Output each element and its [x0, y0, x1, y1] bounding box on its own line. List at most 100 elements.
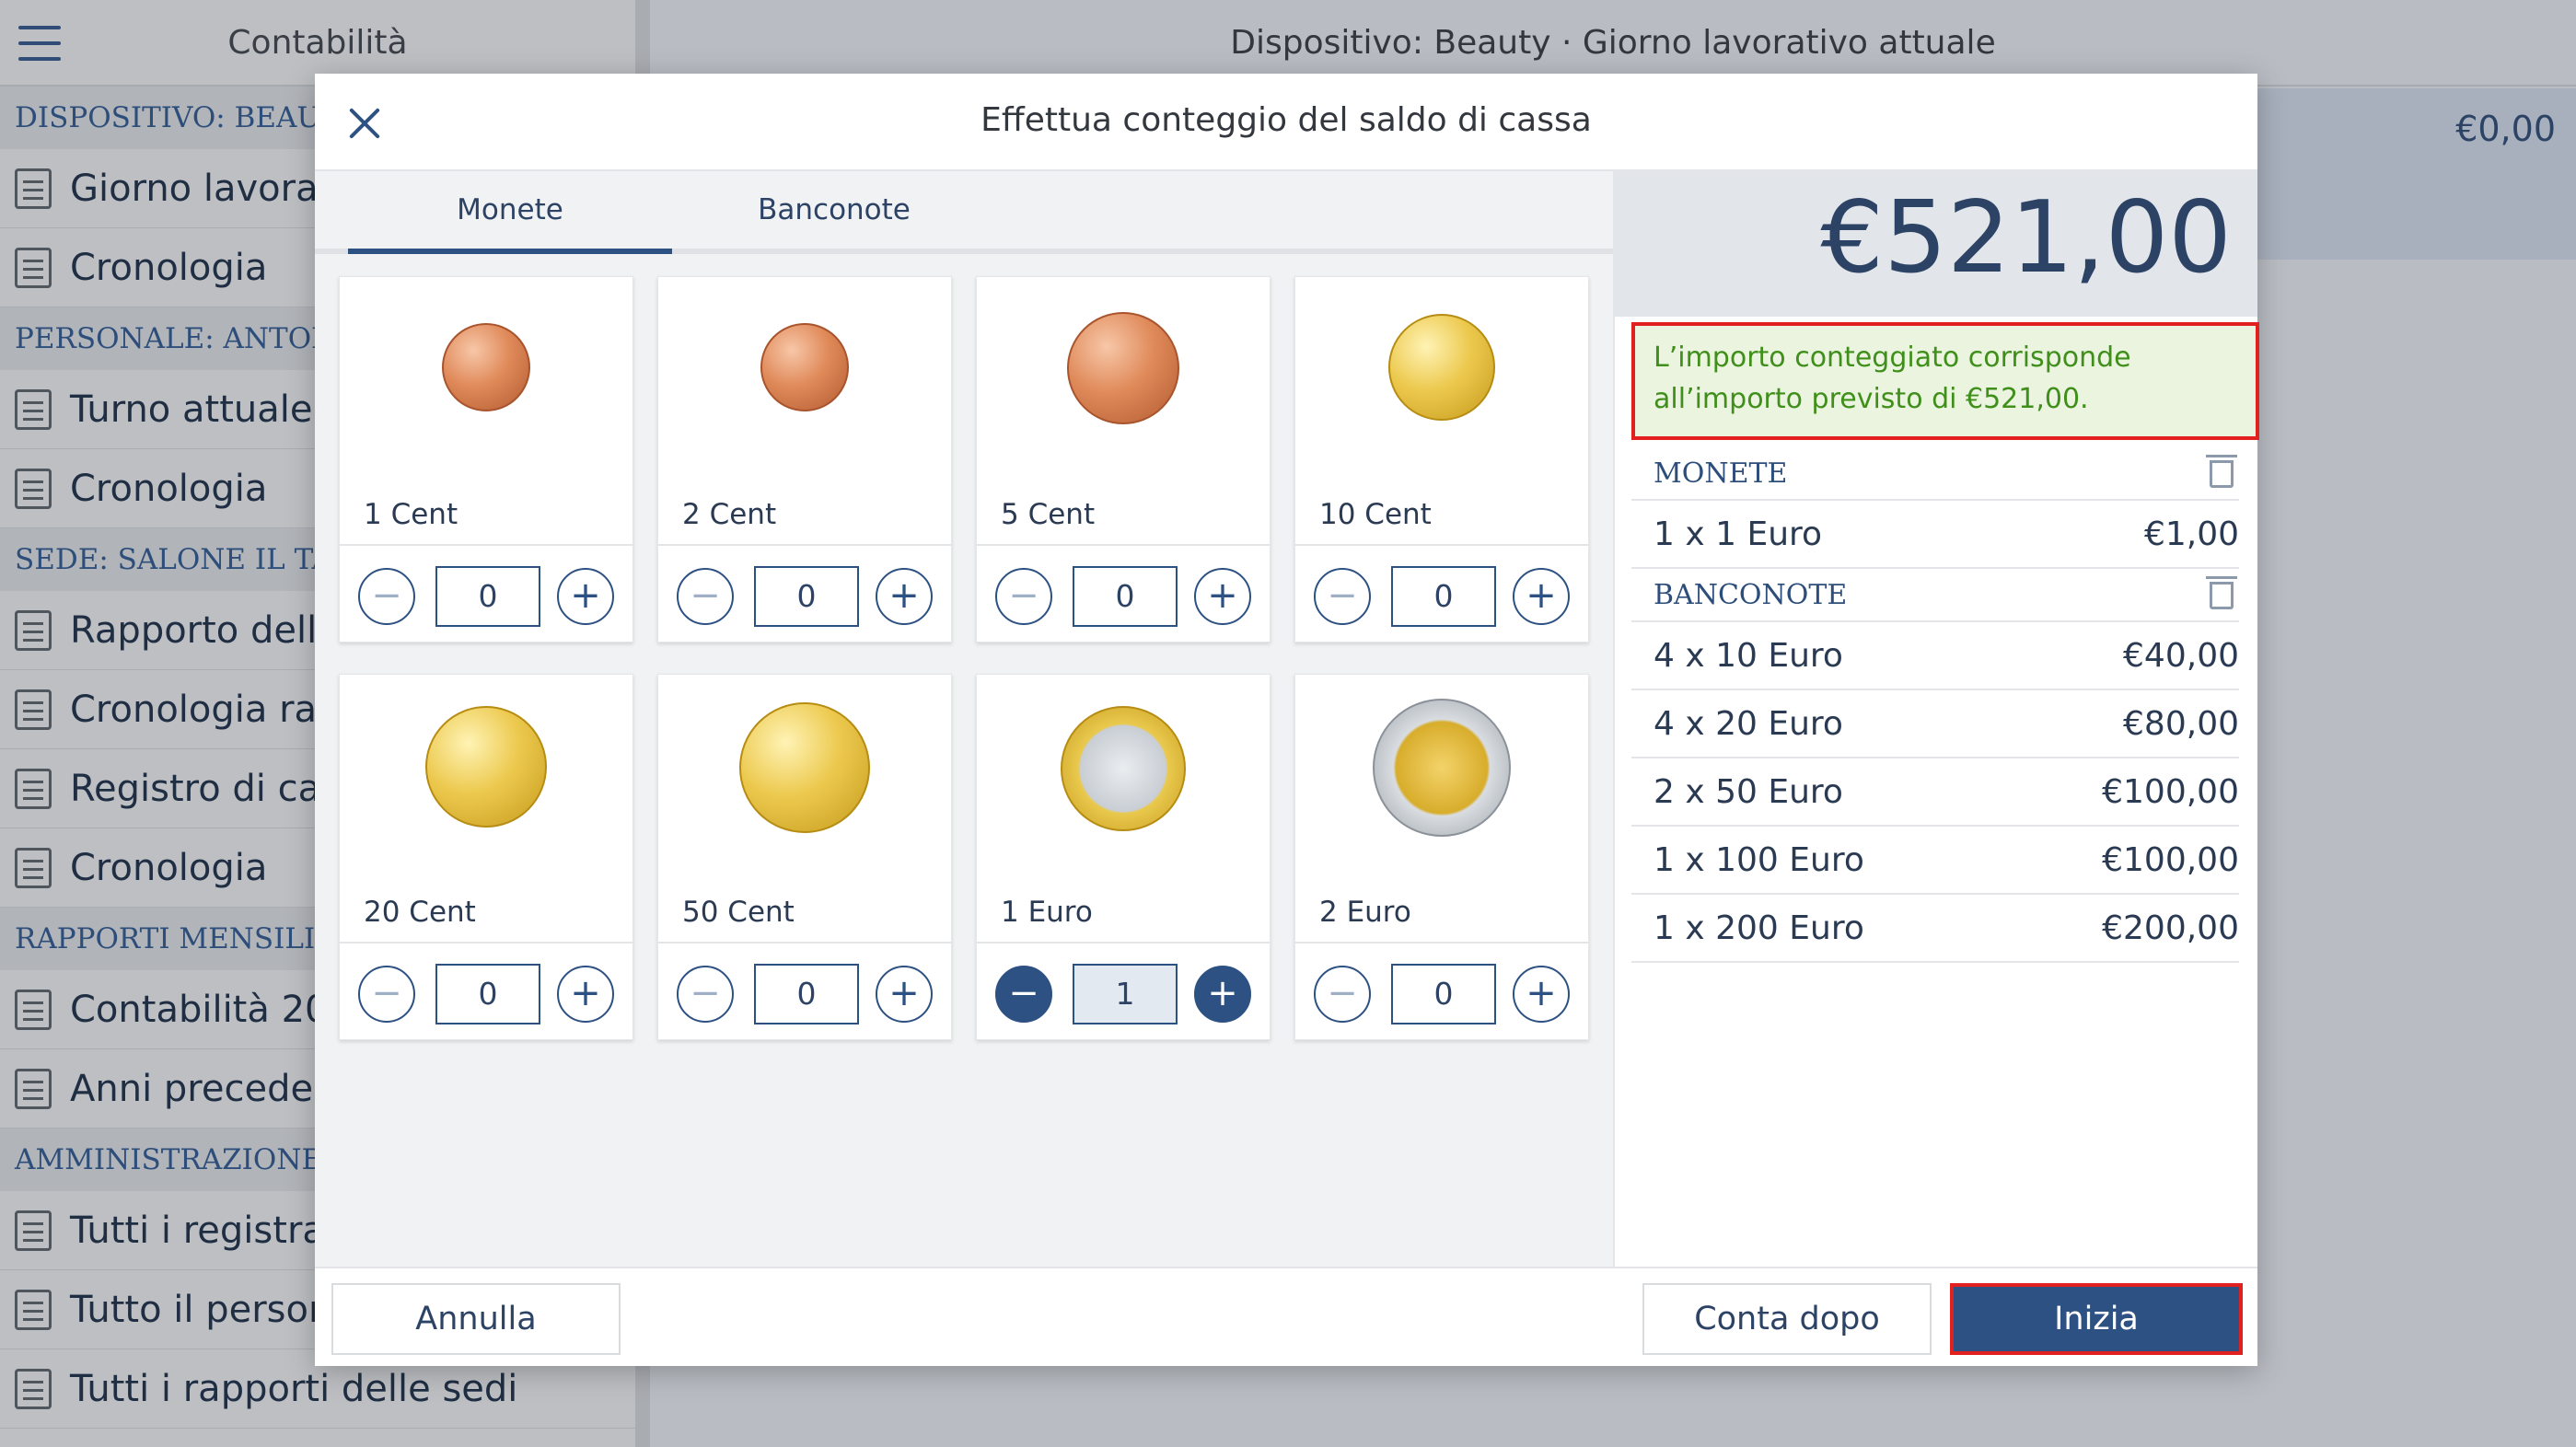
summary-row: 1 x 1 Euro €1,00 [1631, 501, 2239, 569]
report-icon [15, 609, 52, 651]
increment-button[interactable]: + [1513, 966, 1570, 1023]
quantity-input[interactable]: 0 [754, 964, 859, 1024]
report-icon [15, 388, 52, 430]
coin-label: 5 Cent [1001, 498, 1096, 531]
copper-coin-1-cent-icon [442, 323, 530, 411]
coin-card: 2 Cent − 0 + [657, 276, 952, 642]
sidebar-item-label: Cronologia [70, 846, 268, 889]
dialog-title: Effettua conteggio del saldo di cassa [981, 101, 1592, 139]
bimetal-coin-1-euro-icon [1061, 706, 1186, 831]
coin-card: 2 Euro − 0 + [1294, 674, 1589, 1040]
quantity-input[interactable]: 0 [754, 566, 859, 627]
increment-button[interactable]: + [557, 568, 614, 625]
count-later-button[interactable]: Conta dopo [1642, 1283, 1932, 1355]
decrement-button[interactable]: − [1314, 568, 1371, 625]
main-row-amount: €0,00 [2455, 109, 2556, 149]
report-icon [15, 168, 52, 209]
decrement-button[interactable]: − [358, 568, 415, 625]
coin-card: 1 Cent − 0 + [339, 276, 633, 642]
report-icon [15, 468, 52, 509]
sidebar-item-label: Cronologia [70, 467, 268, 510]
summary-row-label: 1 x 1 Euro [1654, 515, 1823, 553]
quantity-stepper: − 0 + [658, 942, 951, 1041]
summary-row-amount: €1,00 [2143, 515, 2239, 553]
delete-notes-trash-icon[interactable] [2206, 576, 2237, 609]
report-icon [15, 768, 52, 809]
notes-heading: BANCONOTE [1631, 569, 2239, 622]
coin-label: 2 Euro [1319, 896, 1411, 929]
dialog-header: Effettua conteggio del saldo di cassa [315, 74, 2257, 171]
summary-row: 2 x 50 Euro €100,00 [1631, 758, 2239, 827]
summary-row-amount: €200,00 [2102, 909, 2239, 947]
summary-row: 1 x 200 Euro €200,00 [1631, 895, 2239, 963]
quantity-stepper: − 0 + [977, 544, 1270, 643]
increment-button[interactable]: + [1194, 966, 1251, 1023]
decrement-button[interactable]: − [995, 966, 1052, 1023]
summary-row-amount: €100,00 [2102, 840, 2239, 879]
coin-card: 5 Cent − 0 + [976, 276, 1271, 642]
bimetal-coin-2-euro-icon [1373, 699, 1511, 837]
report-icon [15, 689, 52, 730]
summary-row-label: 4 x 10 Euro [1654, 636, 1843, 675]
quantity-input[interactable]: 0 [1073, 566, 1178, 627]
total-amount: €521,00 [1820, 180, 2232, 295]
report-icon [15, 247, 52, 288]
quantity-stepper: − 0 + [340, 942, 632, 1041]
sidebar-title: Contabilità [227, 24, 408, 62]
gold-coin-20-cent-icon [425, 706, 547, 828]
cash-count-dialog: Effettua conteggio del saldo di cassa Mo… [315, 74, 2259, 1366]
summary-row-label: 4 x 20 Euro [1654, 704, 1843, 743]
tab-banconote[interactable]: Banconote [672, 171, 996, 249]
coin-rows: 1 x 1 Euro €1,00 [1631, 501, 2239, 569]
notes-heading-label: BANCONOTE [1654, 579, 1848, 611]
summary-row-label: 1 x 100 Euro [1654, 840, 1864, 879]
total-box: €521,00 [1615, 171, 2257, 317]
summary-row: 4 x 10 Euro €40,00 [1631, 622, 2239, 690]
sidebar-item-label: Turno attuale [70, 388, 313, 431]
summary-row-amount: €40,00 [2123, 636, 2239, 675]
quantity-input[interactable]: 1 [1073, 964, 1178, 1024]
increment-button[interactable]: + [1194, 568, 1251, 625]
increment-button[interactable]: + [876, 568, 933, 625]
tab-monete[interactable]: Monete [348, 171, 672, 254]
decrement-button[interactable]: − [358, 966, 415, 1023]
dialog-footer: Annulla Conta dopo Inizia [315, 1267, 2257, 1366]
summary-row-amount: €100,00 [2102, 772, 2239, 811]
coin-card: 50 Cent − 0 + [657, 674, 952, 1040]
summary-row: 1 x 100 Euro €100,00 [1631, 827, 2239, 895]
gold-coin-10-cent-icon [1388, 314, 1495, 421]
report-icon [15, 1289, 52, 1330]
increment-button[interactable]: + [1513, 568, 1570, 625]
summary-row-label: 2 x 50 Euro [1654, 772, 1843, 811]
coin-label: 20 Cent [364, 896, 476, 929]
delete-coins-trash-icon[interactable] [2206, 455, 2237, 488]
increment-button[interactable]: + [876, 966, 933, 1023]
quantity-stepper: − 0 + [1295, 544, 1588, 643]
quantity-stepper: − 0 + [658, 544, 951, 643]
coin-label: 2 Cent [682, 498, 777, 531]
decrement-button[interactable]: − [995, 568, 1052, 625]
summary-panel: €521,00 L’importo conteggiato corrispond… [1613, 171, 2259, 1267]
summary-row-amount: €80,00 [2123, 704, 2239, 743]
quantity-input[interactable]: 0 [1391, 566, 1496, 627]
quantity-stepper: − 1 + [977, 942, 1270, 1041]
start-button[interactable]: Inizia [1950, 1283, 2243, 1355]
increment-button[interactable]: + [557, 966, 614, 1023]
report-icon [15, 1210, 52, 1251]
decrement-button[interactable]: − [1314, 966, 1371, 1023]
coin-label: 1 Cent [364, 498, 458, 531]
decrement-button[interactable]: − [677, 966, 734, 1023]
quantity-input[interactable]: 0 [435, 964, 540, 1024]
quantity-input[interactable]: 0 [435, 566, 540, 627]
decrement-button[interactable]: − [677, 568, 734, 625]
sidebar-item-label: Cronologia [70, 246, 268, 289]
summary-row-label: 1 x 200 Euro [1654, 909, 1864, 947]
gold-coin-50-cent-icon [739, 702, 870, 833]
coin-label: 50 Cent [682, 896, 795, 929]
summary-row: 4 x 20 Euro €80,00 [1631, 690, 2239, 758]
coin-card: 10 Cent − 0 + [1294, 276, 1589, 642]
cancel-button[interactable]: Annulla [331, 1283, 621, 1355]
report-icon [15, 1368, 52, 1409]
quantity-input[interactable]: 0 [1391, 964, 1496, 1024]
note-rows: 4 x 10 Euro €40,00 4 x 20 Euro €80,00 2 x … [1631, 622, 2239, 963]
